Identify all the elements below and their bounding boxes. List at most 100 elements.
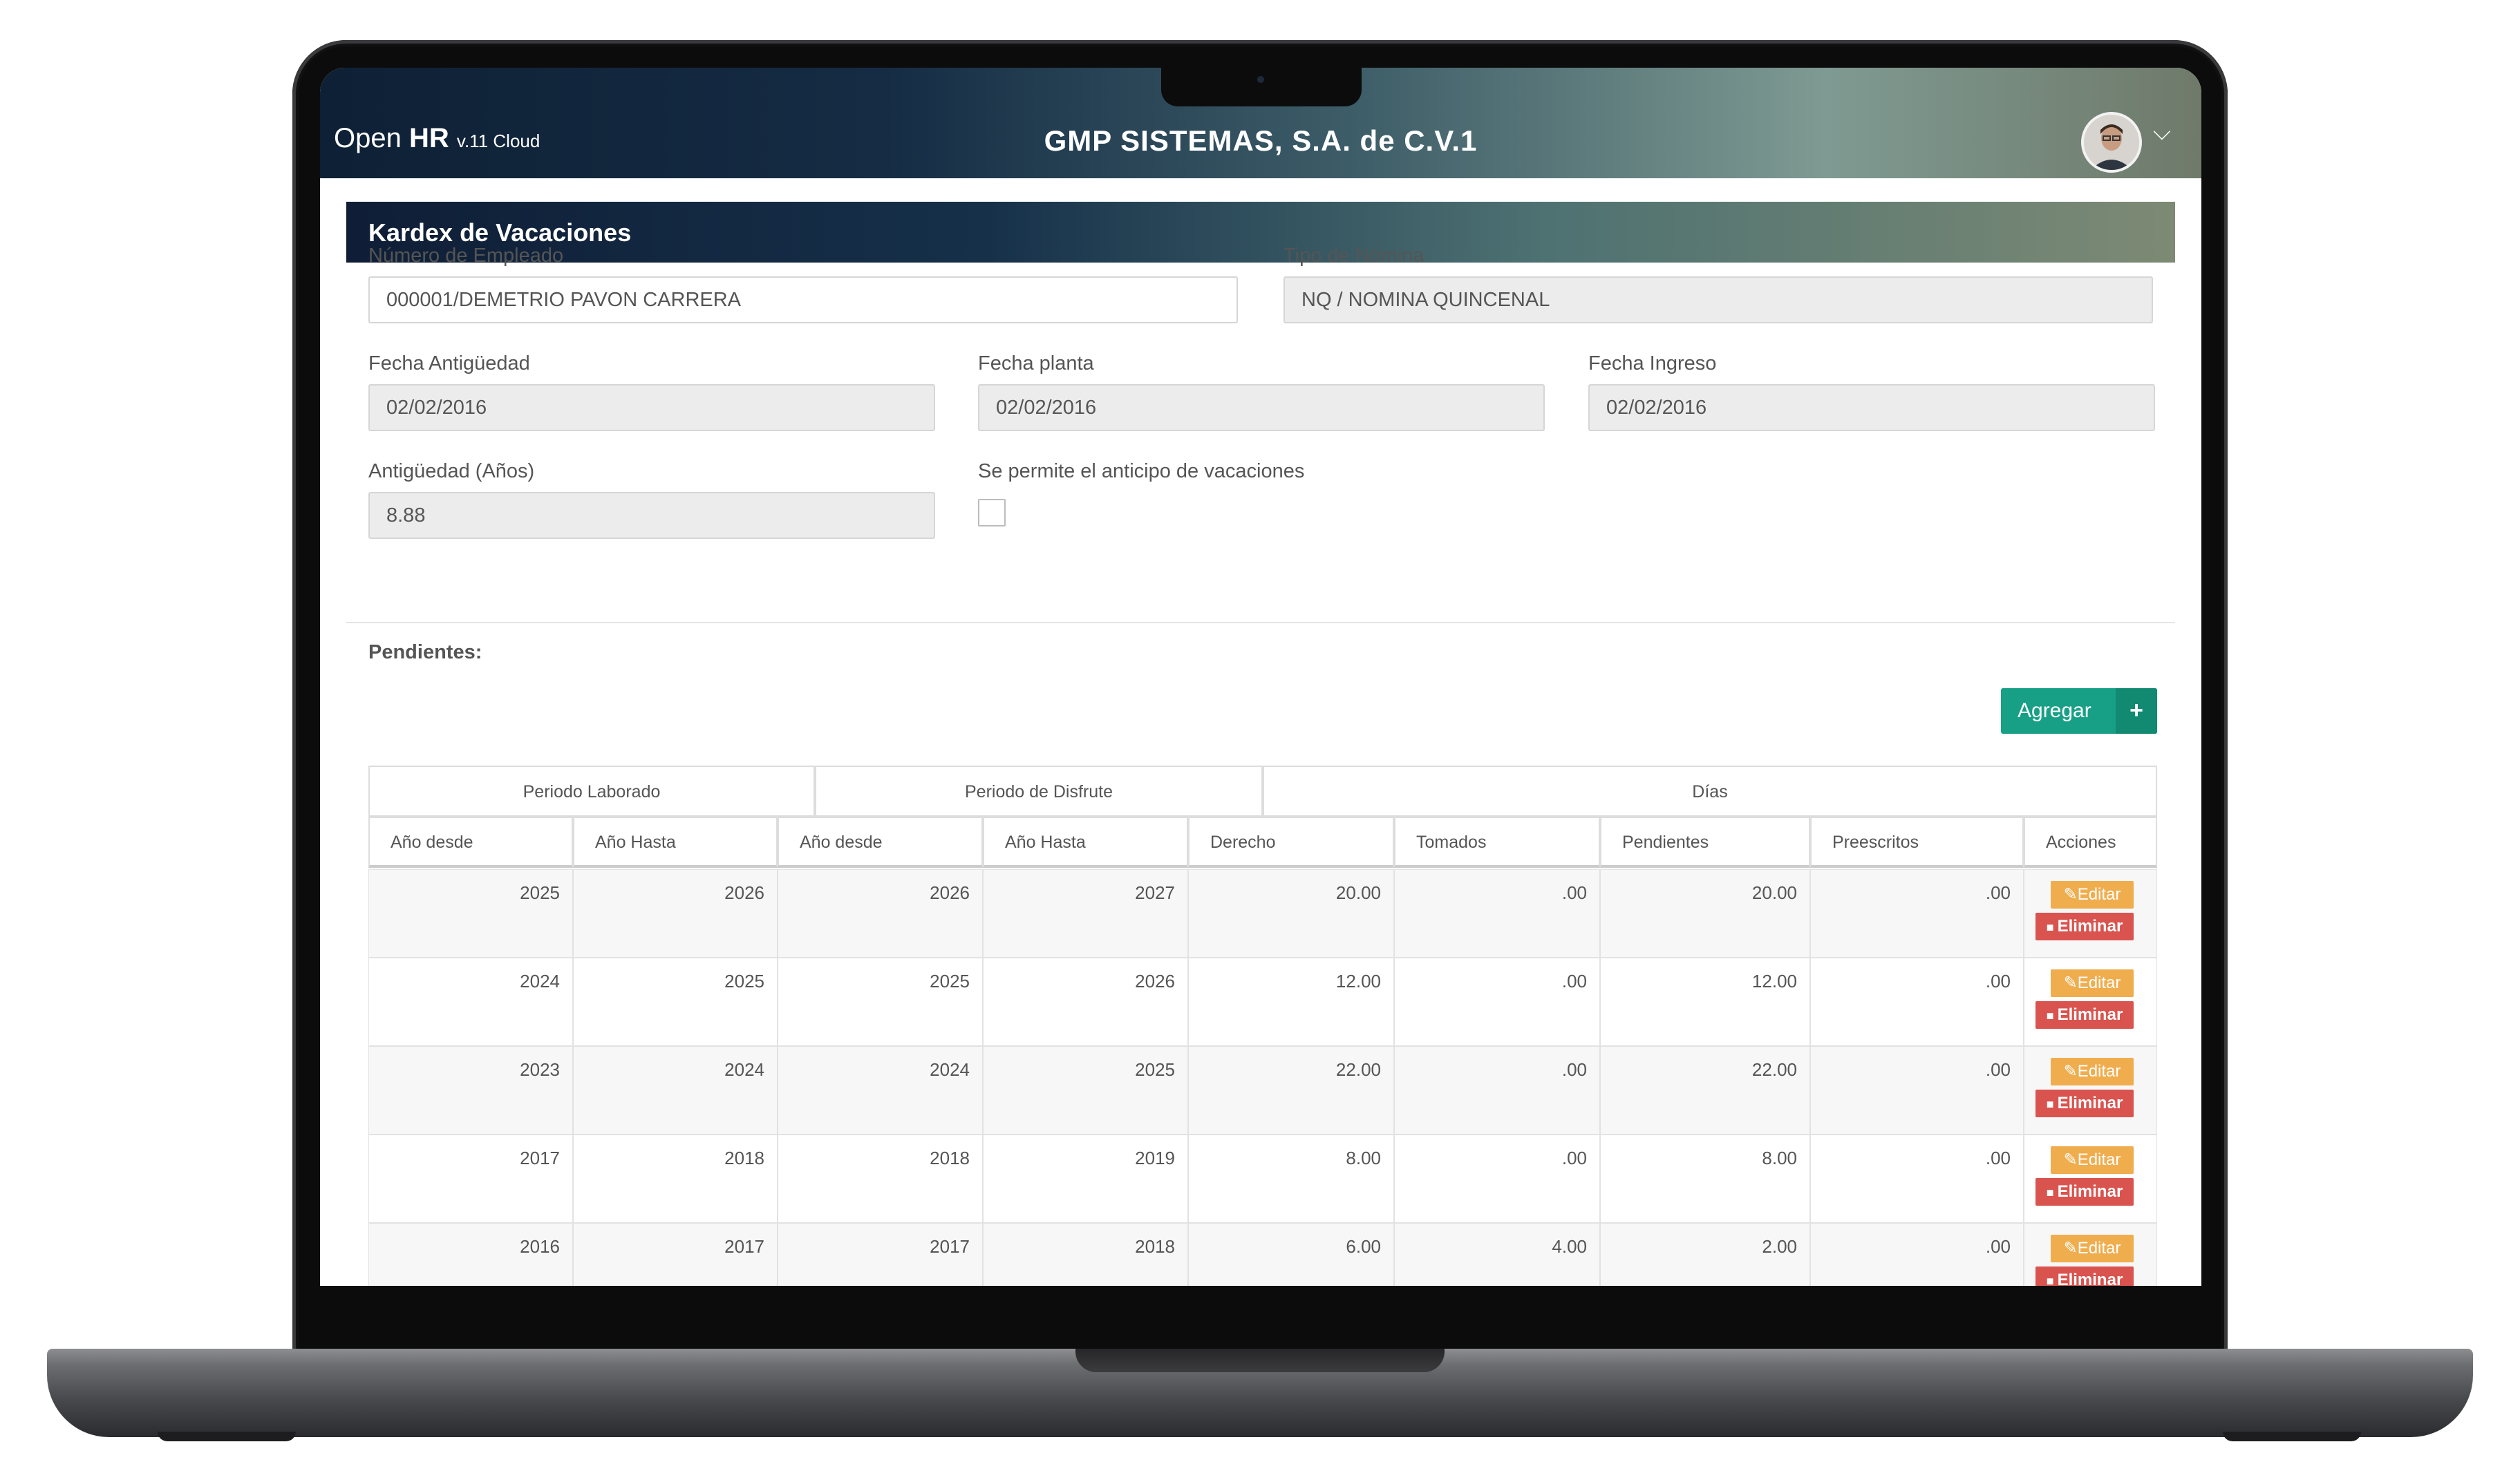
edit-button-label: Editar <box>2077 1239 2121 1258</box>
cell-col-entitled: 22.00 <box>1188 1046 1394 1135</box>
seniority-date-field: 02/02/2016 <box>368 384 935 431</box>
cell-actions: ✎Editar ■ Eliminar <box>2024 869 2157 958</box>
laptop-hinge <box>1075 1349 1445 1372</box>
edit-button-label: Editar <box>2077 885 2121 904</box>
add-button[interactable]: Agregar + <box>2001 688 2157 734</box>
header-col-actions: Acciones <box>2024 817 2157 868</box>
add-button-label: Agregar <box>2018 699 2091 722</box>
cell-col-entitled: 6.00 <box>1188 1223 1394 1286</box>
cell-col-taken: .00 <box>1394 958 1600 1046</box>
delete-button[interactable]: ■ Eliminar <box>2035 1001 2134 1029</box>
cell-col-year-from-enjoy: 2025 <box>778 958 983 1046</box>
app-screen: Open HR v.11 Cloud GMP SISTEMAS, S.A. de… <box>320 68 2201 1286</box>
delete-button[interactable]: ■ Eliminar <box>2035 1266 2134 1286</box>
trash-icon: ■ <box>2046 1097 2058 1111</box>
cell-col-year-from-worked: 2017 <box>368 1135 573 1223</box>
advance-vacation-label: Se permite el anticipo de vacaciones <box>978 460 1305 482</box>
header-col-year-to-enjoy: Año Hasta <box>983 817 1188 868</box>
trash-icon: ■ <box>2046 920 2058 934</box>
plus-icon: + <box>2116 688 2157 734</box>
company-name: GMP SISTEMAS, S.A. de C.V.1 <box>1044 124 1478 157</box>
cell-col-year-from-worked: 2016 <box>368 1223 573 1286</box>
user-avatar[interactable] <box>2081 112 2142 173</box>
cell-col-taken: .00 <box>1394 1046 1600 1135</box>
cell-col-pending: 12.00 <box>1600 958 1810 1046</box>
cell-col-year-to-worked: 2024 <box>573 1046 778 1135</box>
edit-button[interactable]: ✎Editar <box>2051 969 2134 997</box>
cell-col-year-from-worked: 2024 <box>368 958 573 1046</box>
edit-button[interactable]: ✎Editar <box>2051 1058 2134 1085</box>
cell-col-entitled: 20.00 <box>1188 869 1394 958</box>
edit-button-label: Editar <box>2077 974 2121 992</box>
section-divider <box>346 622 2175 623</box>
cell-col-pending: 8.00 <box>1600 1135 1810 1223</box>
delete-button[interactable]: ■ Eliminar <box>2035 1090 2134 1117</box>
cell-col-taken: .00 <box>1394 1135 1600 1223</box>
header-col-year-from-worked: Año desde <box>368 817 573 868</box>
edit-button[interactable]: ✎Editar <box>2051 1146 2134 1174</box>
cell-actions: ✎Editar ■ Eliminar <box>2024 1223 2157 1286</box>
delete-button-label: Eliminar <box>2057 1271 2123 1286</box>
cell-col-prescribed: .00 <box>1810 869 2024 958</box>
hire-date-label: Fecha Ingreso <box>1588 352 1717 374</box>
trash-icon: ■ <box>2046 1274 2058 1286</box>
delete-button-label: Eliminar <box>2057 1094 2123 1112</box>
laptop-foot-left <box>158 1432 296 1441</box>
cell-actions: ✎Editar ■ Eliminar <box>2024 1135 2157 1223</box>
seniority-date-label: Fecha Antigüedad <box>368 352 530 374</box>
edit-button[interactable]: ✎Editar <box>2051 881 2134 909</box>
cell-col-year-to-worked: 2025 <box>573 958 778 1046</box>
group-header-enjoyment-period: Periodo de Disfrute <box>815 766 1263 817</box>
edit-button[interactable]: ✎Editar <box>2051 1235 2134 1262</box>
payroll-type-label: Tipo de Nómina <box>1283 245 1424 267</box>
chevron-down-icon[interactable]: ⌵ <box>2153 119 2171 146</box>
header-col-year-to-worked: Año Hasta <box>573 817 778 868</box>
employee-field[interactable]: 000001/DEMETRIO PAVON CARRERA <box>368 276 1238 323</box>
cell-col-year-to-worked: 2017 <box>573 1223 778 1286</box>
delete-button[interactable]: ■ Eliminar <box>2035 1178 2134 1206</box>
cell-col-prescribed: .00 <box>1810 1223 2024 1286</box>
camera-notch <box>1161 68 1362 106</box>
advance-vacation-checkbox[interactable] <box>978 499 1006 526</box>
cell-actions: ✎Editar ■ Eliminar <box>2024 958 2157 1046</box>
pencil-square-icon: ✎ <box>2063 1150 2078 1169</box>
pencil-square-icon: ✎ <box>2063 974 2078 992</box>
cell-col-year-to-enjoy: 2026 <box>983 958 1188 1046</box>
header-col-year-from-enjoy: Año desde <box>778 817 983 868</box>
cell-col-prescribed: .00 <box>1810 958 2024 1046</box>
plant-date-label: Fecha planta <box>978 352 1094 374</box>
cell-col-prescribed: .00 <box>1810 1135 2024 1223</box>
table-row: 2016 2017 2017 2018 6.00 4.00 2.00.00 ✎Editar ■ … <box>368 1223 2157 1286</box>
cell-col-taken: .00 <box>1394 869 1600 958</box>
laptop-foot-right <box>2223 1432 2361 1441</box>
panel-title: Kardex de Vacaciones <box>368 218 632 247</box>
cell-col-year-from-enjoy: 2024 <box>778 1046 983 1135</box>
hire-date-field: 02/02/2016 <box>1588 384 2155 431</box>
cell-col-prescribed: .00 <box>1810 1046 2024 1135</box>
cell-col-pending: 20.00 <box>1600 869 1810 958</box>
cell-col-taken: 4.00 <box>1394 1223 1600 1286</box>
cell-col-year-to-worked: 2018 <box>573 1135 778 1223</box>
cell-col-year-to-worked: 2026 <box>573 869 778 958</box>
seniority-years-field: 8.88 <box>368 492 935 539</box>
cell-col-year-from-enjoy: 2018 <box>778 1135 983 1223</box>
cell-col-year-to-enjoy: 2018 <box>983 1223 1188 1286</box>
pencil-square-icon: ✎ <box>2063 1062 2078 1081</box>
table-row: 2025 2026 2026 2027 20.00.00 20.00.00 ✎Editar ■… <box>368 869 2157 958</box>
pencil-square-icon: ✎ <box>2063 1239 2078 1258</box>
header-col-prescribed: Preescritos <box>1810 817 2024 868</box>
edit-button-label: Editar <box>2077 1062 2121 1081</box>
table-row: 2023 2024 2024 2025 22.00.00 22.00.00 ✎Editar ■… <box>368 1046 2157 1135</box>
cell-col-year-to-enjoy: 2025 <box>983 1046 1188 1135</box>
edit-button-label: Editar <box>2077 1150 2121 1169</box>
payroll-type-field: NQ / NOMINA QUINCENAL <box>1283 276 2153 323</box>
table-row: 2024 2025 2025 2026 12.00.00 12.00.00 ✎Editar ■… <box>368 958 2157 1046</box>
trash-icon: ■ <box>2046 1186 2058 1199</box>
cell-col-pending: 2.00 <box>1600 1223 1810 1286</box>
group-header-worked-period: Periodo Laborado <box>368 766 815 817</box>
cell-col-year-from-worked: 2023 <box>368 1046 573 1135</box>
group-header-days: Días <box>1263 766 2157 817</box>
delete-button[interactable]: ■ Eliminar <box>2035 913 2134 940</box>
header-col-taken: Tomados <box>1394 817 1600 868</box>
cell-col-year-to-enjoy: 2027 <box>983 869 1188 958</box>
